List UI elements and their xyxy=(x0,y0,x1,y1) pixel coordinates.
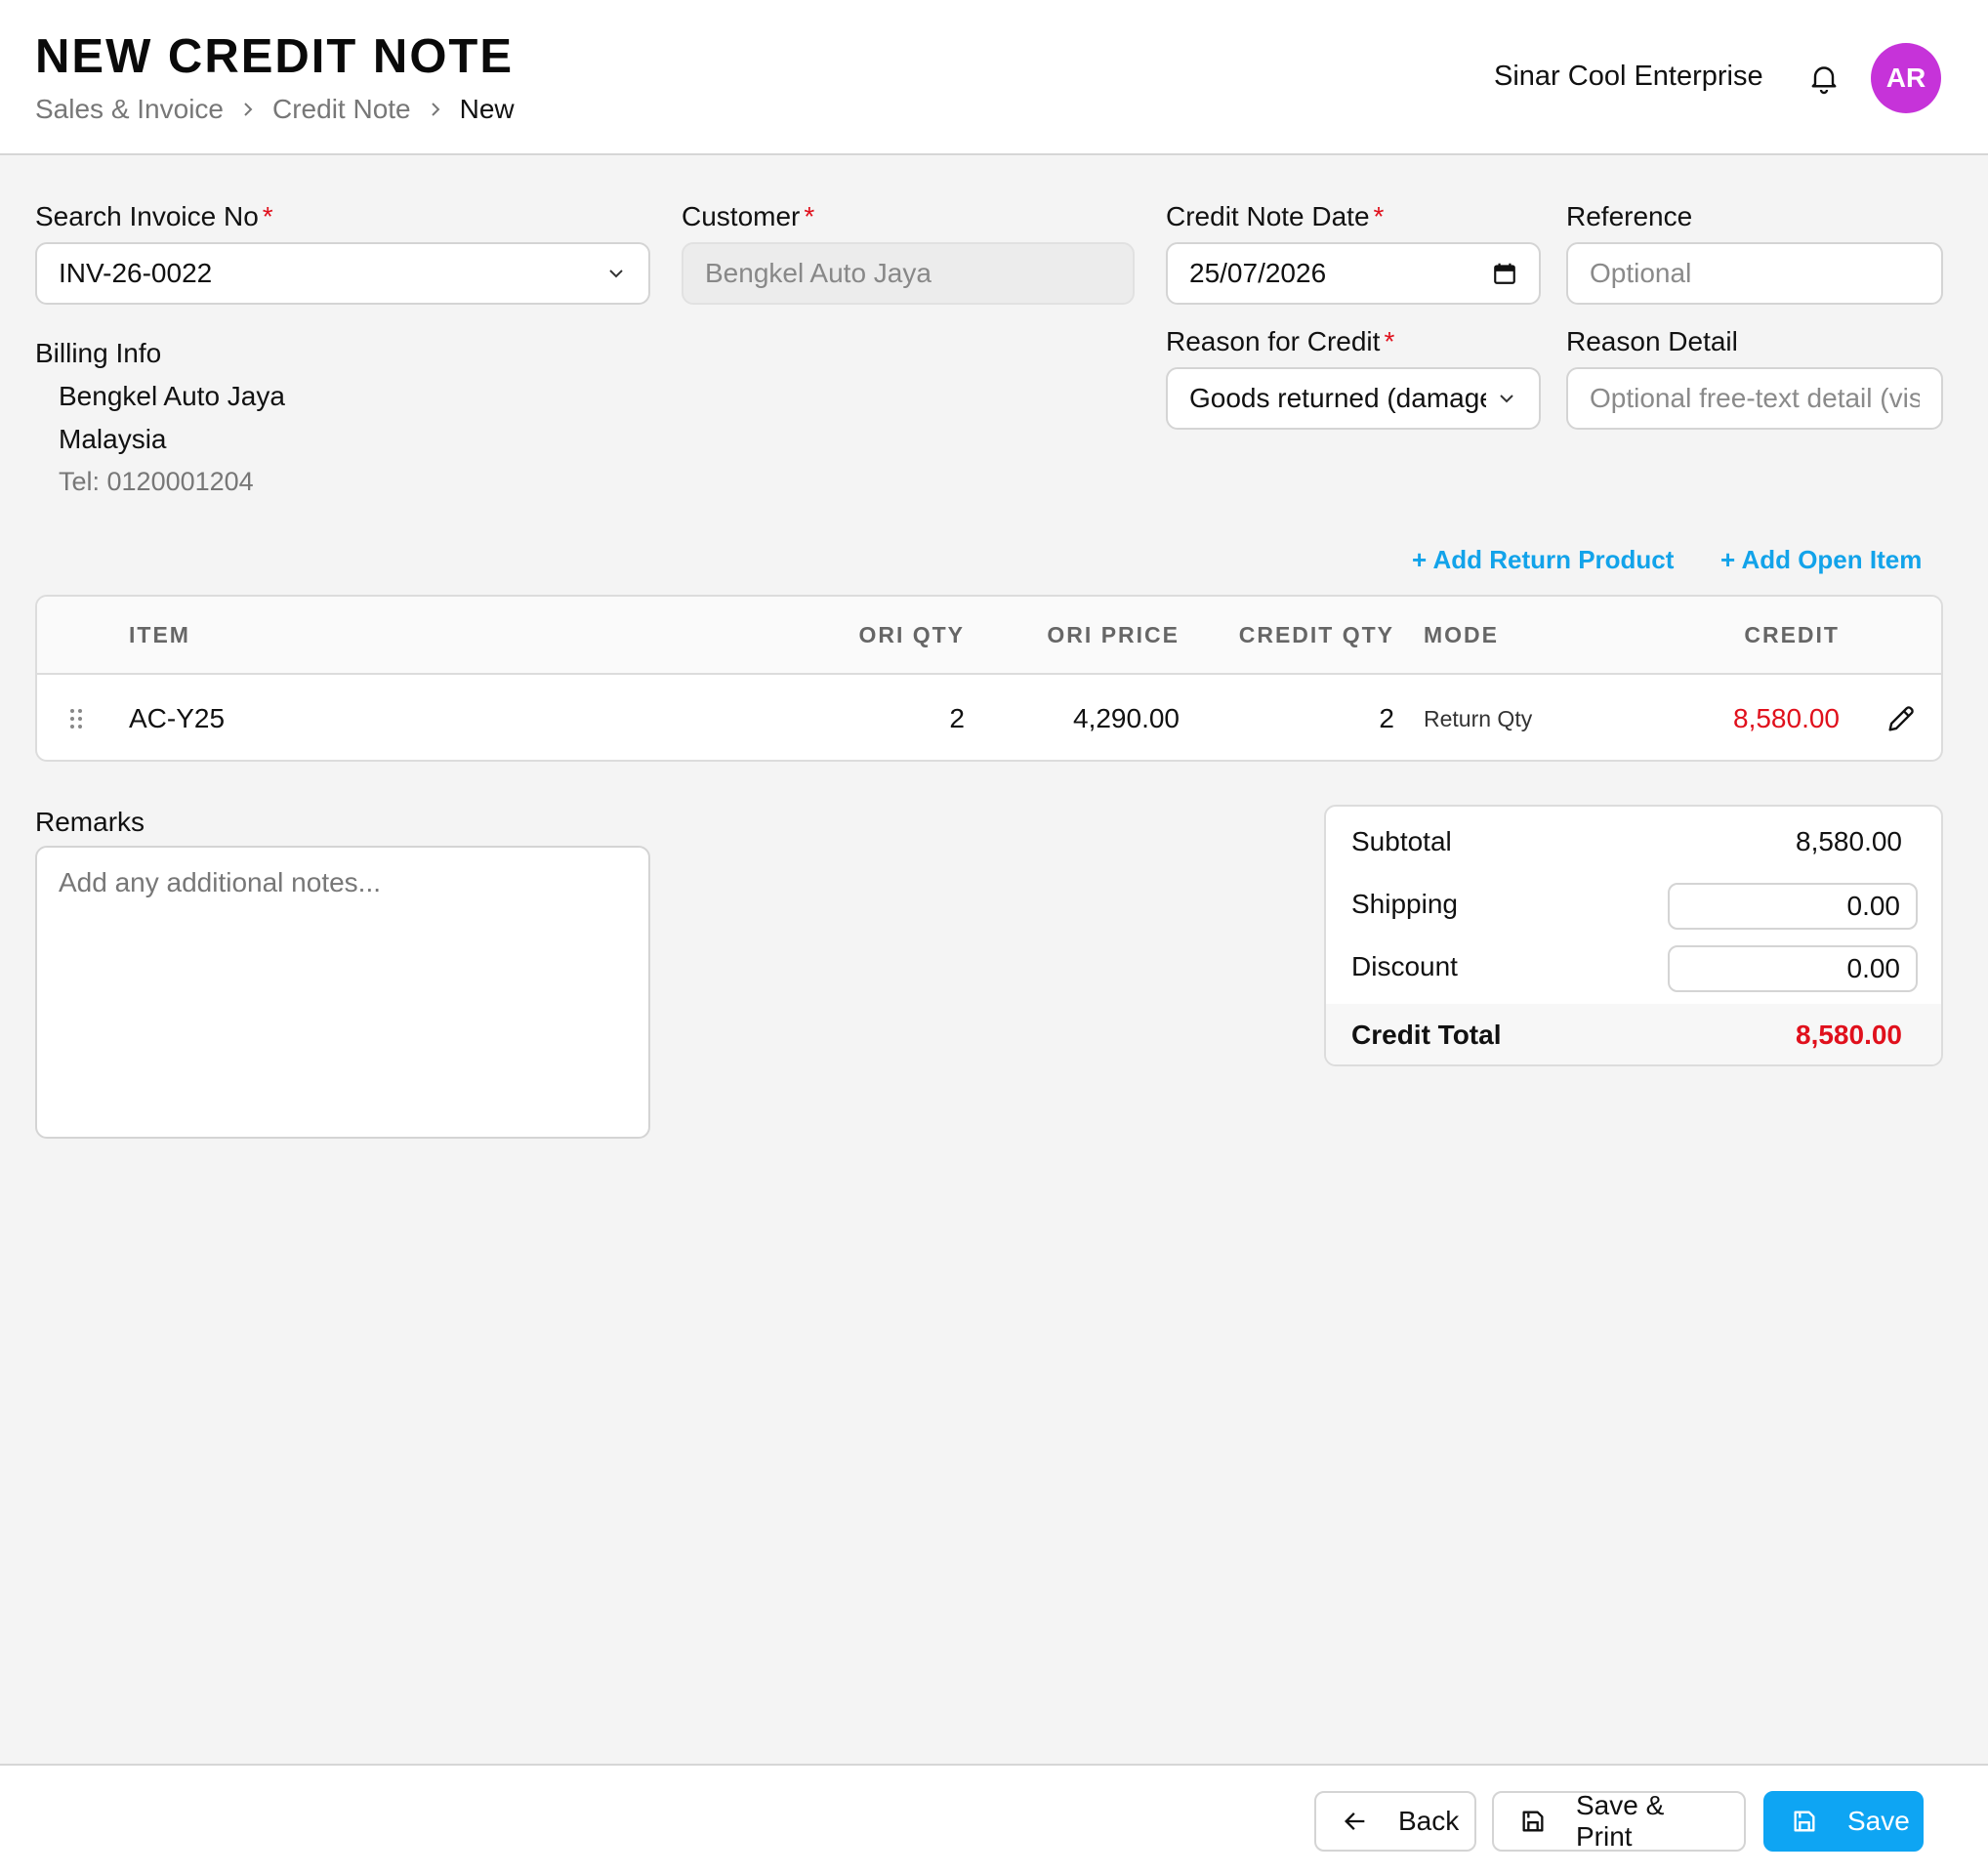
col-credit-qty: CREDIT QTY xyxy=(1238,622,1394,647)
customer-field: Bengkel Auto Jaya xyxy=(682,242,1135,305)
cell-credit: 8,580.00 xyxy=(1733,703,1840,733)
cell-item: AC-Y25 xyxy=(129,703,226,733)
remarks-label: Remarks xyxy=(35,807,145,837)
shipping-label: Shipping xyxy=(1351,889,1458,919)
cell-credit-qty: 2 xyxy=(1379,703,1394,733)
page-title: NEW CREDIT NOTE xyxy=(35,30,515,83)
subtotal-label: Subtotal xyxy=(1351,826,1452,856)
reason-detail-label: Reason Detail xyxy=(1566,326,1738,356)
reason-detail-input[interactable]: Optional free-text detail (vis xyxy=(1566,367,1943,430)
billing-country: Malaysia xyxy=(59,424,167,454)
discount-input[interactable]: 0.00 xyxy=(1668,945,1918,992)
items-table: ITEM ORI QTY ORI PRICE CREDIT QTY MODE C… xyxy=(35,595,1943,762)
invoice-select[interactable]: INV-26-0022 xyxy=(35,242,650,305)
billing-info: Billing Info Bengkel Auto Jaya Malaysia … xyxy=(35,338,285,497)
col-credit: CREDIT xyxy=(1744,622,1840,647)
arrow-left-icon xyxy=(1342,1808,1369,1835)
customer-label: Customer * xyxy=(682,201,815,231)
reason-select[interactable]: Goods returned (damage xyxy=(1166,367,1541,430)
subtotal-value: 8,580.00 xyxy=(1796,826,1902,856)
discount-label: Discount xyxy=(1351,951,1458,981)
date-label: Credit Note Date * xyxy=(1166,201,1385,231)
drag-handle-icon[interactable] xyxy=(68,707,84,735)
save-button[interactable]: Save xyxy=(1763,1791,1924,1852)
reference-input[interactable]: Optional xyxy=(1566,242,1943,305)
page-header: NEW CREDIT NOTE Sales & Invoice Credit N… xyxy=(0,0,1988,155)
chevron-down-icon xyxy=(605,267,627,280)
billing-name: Bengkel Auto Jaya xyxy=(59,381,285,411)
save-icon xyxy=(1791,1808,1818,1835)
credit-date-input[interactable]: 25/07/2026 xyxy=(1166,242,1541,305)
shipping-input[interactable]: 0.00 xyxy=(1668,883,1918,930)
back-button[interactable]: Back xyxy=(1314,1791,1476,1852)
action-footer: Back Save & Print Save xyxy=(0,1764,1988,1875)
cell-mode: Return Qty xyxy=(1424,706,1533,731)
billing-tel: Tel: 0120001204 xyxy=(59,467,254,496)
chevron-right-icon xyxy=(429,100,442,119)
col-ori-price: ORI PRICE xyxy=(1047,622,1180,647)
avatar[interactable]: AR xyxy=(1871,43,1941,113)
breadcrumb: Sales & Invoice Credit Note New xyxy=(35,94,515,125)
add-return-product-button[interactable]: + Add Return Product xyxy=(1412,545,1674,575)
col-mode: MODE xyxy=(1424,622,1499,647)
save-icon xyxy=(1519,1808,1547,1835)
save-print-button[interactable]: Save & Print xyxy=(1492,1790,1746,1852)
bell-icon[interactable] xyxy=(1806,61,1842,96)
add-open-item-button[interactable]: + Add Open Item xyxy=(1720,545,1922,575)
company-name[interactable]: Sinar Cool Enterprise xyxy=(1494,61,1763,93)
chevron-down-icon xyxy=(1496,392,1517,405)
breadcrumb-credit-note[interactable]: Credit Note xyxy=(272,94,411,125)
col-item: ITEM xyxy=(129,622,190,647)
reason-label: Reason for Credit * xyxy=(1166,326,1395,356)
cell-ori-qty: 2 xyxy=(949,703,965,733)
invoice-label: Search Invoice No * xyxy=(35,201,273,231)
summary-panel: Subtotal 8,580.00 Shipping 0.00 Discount… xyxy=(1324,805,1943,1066)
credit-total-row: Credit Total 8,580.00 xyxy=(1326,1004,1941,1064)
credit-total-value: 8,580.00 xyxy=(1796,1020,1902,1050)
reference-label: Reference xyxy=(1566,201,1693,231)
credit-total-label: Credit Total xyxy=(1351,1020,1502,1050)
breadcrumb-sales-invoice[interactable]: Sales & Invoice xyxy=(35,94,224,125)
col-ori-qty: ORI QTY xyxy=(858,622,965,647)
pencil-icon[interactable] xyxy=(1884,702,1918,740)
calendar-icon[interactable] xyxy=(1492,261,1517,286)
table-header: ITEM ORI QTY ORI PRICE CREDIT QTY MODE C… xyxy=(37,597,1941,675)
cell-ori-price: 4,290.00 xyxy=(1073,703,1180,733)
breadcrumb-current: New xyxy=(459,94,515,124)
chevron-right-icon xyxy=(241,100,255,119)
billing-label: Billing Info xyxy=(35,338,162,368)
remarks-textarea[interactable]: Add any additional notes... xyxy=(35,846,650,1139)
